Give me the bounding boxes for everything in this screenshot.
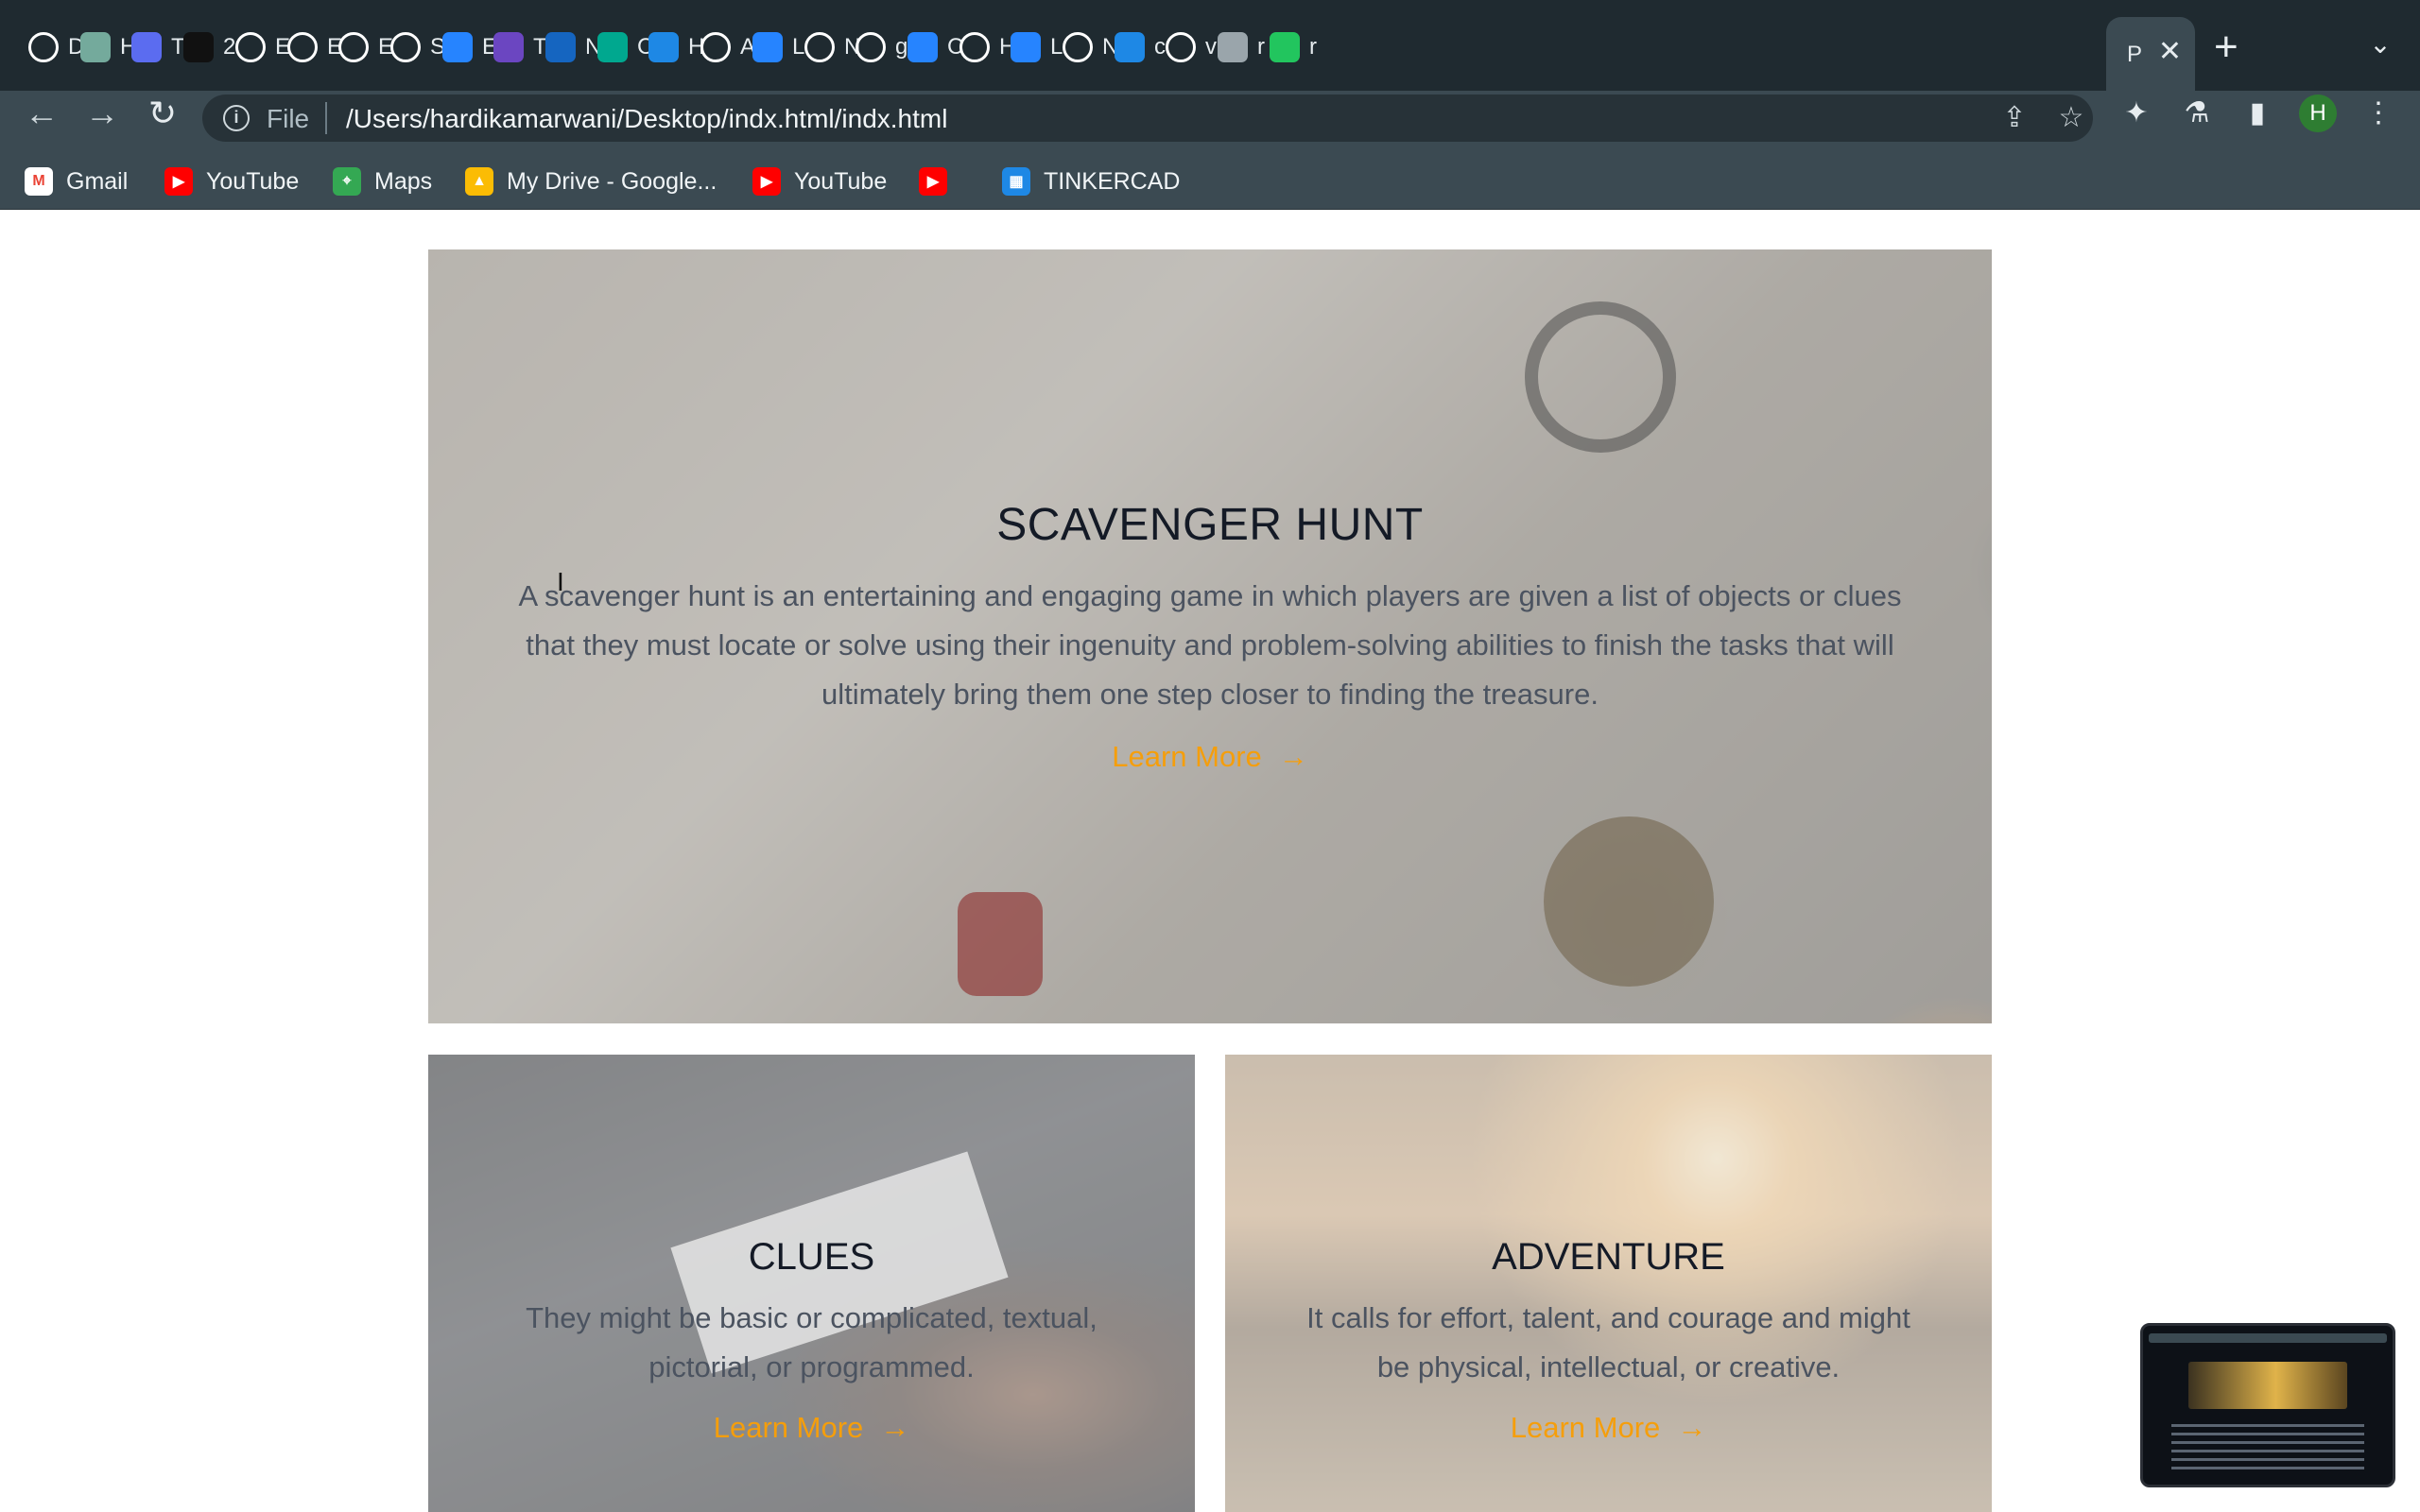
dark-app-icon xyxy=(183,32,214,62)
maps-icon: ⌖ xyxy=(333,167,361,196)
adventure-description: It calls for effort, talent, and courage… xyxy=(1306,1301,1910,1383)
gem-decoration xyxy=(958,892,1043,996)
tab-24[interactable]: r xyxy=(1258,17,1330,77)
adventure-learn-more-link[interactable]: Learn More → xyxy=(1511,1411,1707,1445)
google-icon xyxy=(856,32,886,62)
bookmark-label: TINKERCAD xyxy=(1044,167,1181,195)
hash-icon xyxy=(1270,32,1300,62)
hero-title: SCAVENGER HUNT xyxy=(996,500,1424,550)
bookmark-label: YouTube xyxy=(206,167,300,195)
youtube-icon: ▶ xyxy=(752,167,781,196)
learn-more-label: Learn More xyxy=(1112,740,1262,773)
bookmark-label: YouTube xyxy=(794,167,888,195)
globe-icon xyxy=(700,32,731,62)
drive-icon: ▲ xyxy=(465,167,493,196)
bookmark-youtube[interactable]: ▶ YouTube xyxy=(164,163,299,200)
side-panel-icon[interactable]: ▮ xyxy=(2238,94,2276,132)
tab-active[interactable]: P ✕ xyxy=(2106,17,2195,93)
hero-learn-more-link[interactable]: Learn More → xyxy=(1112,740,1308,774)
bookmark-label: Gmail xyxy=(66,167,129,195)
browser-menu-icon[interactable]: ⋮ xyxy=(2360,94,2397,132)
clues-learn-more-link[interactable]: Learn More → xyxy=(714,1411,910,1445)
bookmark-label: Maps xyxy=(374,167,433,195)
google-icon xyxy=(338,32,369,62)
url-separator xyxy=(325,102,327,134)
adventure-card: ADVENTURE It calls for effort, talent, a… xyxy=(1225,1055,1992,1512)
extensions-puzzle-icon[interactable]: ✦ xyxy=(2118,94,2155,132)
globe-icon xyxy=(287,32,318,62)
reload-button[interactable]: ↻ xyxy=(140,91,185,136)
atlassian-icon xyxy=(908,32,938,62)
youtube-icon: ▶ xyxy=(164,167,193,196)
shield-icon xyxy=(648,32,679,62)
adventure-content: ADVENTURE It calls for effort, talent, a… xyxy=(1288,1236,1930,1445)
hero-card: SCAVENGER HUNT A scavenger hunt is an en… xyxy=(428,249,1992,1023)
url-text[interactable]: /Users/hardikamarwani/Desktop/indx.html/… xyxy=(346,104,947,134)
atlassian-icon xyxy=(1011,32,1041,62)
url-scheme: File xyxy=(267,104,310,133)
new-tab-button[interactable]: + xyxy=(2214,25,2238,70)
bookmark-maps[interactable]: ⌖ Maps xyxy=(333,163,432,200)
swirl-icon xyxy=(545,32,576,62)
bookmark-gmail[interactable]: M Gmail xyxy=(25,163,128,200)
bookmarks-bar: M Gmail ▶ YouTube ⌖ Maps ▲ My Drive - Go… xyxy=(0,153,2420,210)
learn-more-label: Learn More xyxy=(1510,1411,1661,1444)
gmail-icon: M xyxy=(25,167,53,196)
clues-card: CLUES They might be basic or complicated… xyxy=(428,1055,1195,1512)
globe-icon xyxy=(235,32,266,62)
arrow-right-icon: → xyxy=(1278,740,1308,773)
list-icon xyxy=(493,32,524,62)
tab-title: r xyxy=(1309,34,1317,60)
atlassian-icon xyxy=(752,32,783,62)
google-icon xyxy=(1166,32,1196,62)
coin-decoration xyxy=(1544,816,1714,987)
tinkercad-icon: ▦ xyxy=(1002,167,1030,196)
bookmark-label: My Drive - Google... xyxy=(507,167,717,195)
arrow-right-icon: → xyxy=(880,1411,910,1444)
close-tab-icon[interactable]: ✕ xyxy=(2158,38,2182,66)
youtube-icon: ▶ xyxy=(919,167,947,196)
bookmark-tinkercad[interactable]: ▦ TINKERCAD xyxy=(1002,163,1180,200)
thumbnail-toolbar xyxy=(2149,1333,2387,1343)
gmail-icon xyxy=(390,32,421,62)
google-icon xyxy=(959,32,990,62)
clues-description: They might be basic or complicated, text… xyxy=(526,1301,1098,1383)
tab-strip: DHT2EEESETNCHALNgCHLNcvrr P ✕ + ⌄ xyxy=(0,0,2420,93)
stack-icon xyxy=(131,32,162,62)
shield-icon xyxy=(1115,32,1145,62)
github-icon xyxy=(1063,32,1093,62)
globe-icon xyxy=(1218,32,1248,62)
bookmark-star-icon[interactable]: ☆ xyxy=(2055,102,2087,134)
diamond-icon xyxy=(597,32,628,62)
learn-more-label: Learn More xyxy=(713,1411,864,1444)
bookmark-drive[interactable]: ▲ My Drive - Google... xyxy=(465,163,717,200)
share-icon[interactable]: ⇪ xyxy=(1998,102,2031,134)
atlassian-icon xyxy=(442,32,473,62)
labs-flask-icon[interactable]: ⚗ xyxy=(2178,94,2216,132)
ring-decoration xyxy=(1525,301,1676,453)
bookmark-youtube-3[interactable]: ▶ xyxy=(919,163,960,200)
thumbnail-text-lines xyxy=(2171,1424,2364,1471)
forward-button[interactable]: → xyxy=(79,91,125,136)
arrow-right-icon: → xyxy=(1677,1411,1707,1444)
address-bar[interactable]: i File /Users/hardikamarwani/Desktop/ind… xyxy=(202,94,2093,142)
tab-search-chevron-icon[interactable]: ⌄ xyxy=(2361,28,2399,66)
tab-title: P xyxy=(2127,42,2143,67)
screenshot-thumbnail-preview[interactable] xyxy=(2140,1323,2395,1487)
hero-content: SCAVENGER HUNT A scavenger hunt is an en… xyxy=(510,499,1910,774)
profile-avatar[interactable]: H xyxy=(2299,94,2337,132)
site-info-icon[interactable]: i xyxy=(223,105,250,131)
clues-title: CLUES xyxy=(748,1236,875,1278)
adventure-title: ADVENTURE xyxy=(1492,1236,1725,1278)
text-cursor-icon: I xyxy=(557,567,564,596)
hero-description: A scavenger hunt is an entertaining and … xyxy=(518,579,1902,711)
globe-icon xyxy=(28,32,59,62)
bookmark-youtube-2[interactable]: ▶ YouTube xyxy=(752,163,887,200)
chatgpt-icon xyxy=(80,32,111,62)
back-button[interactable]: ← xyxy=(19,91,64,136)
github-icon xyxy=(804,32,835,62)
clues-content: CLUES They might be basic or complicated… xyxy=(491,1236,1133,1445)
thumbnail-image xyxy=(2188,1362,2347,1409)
